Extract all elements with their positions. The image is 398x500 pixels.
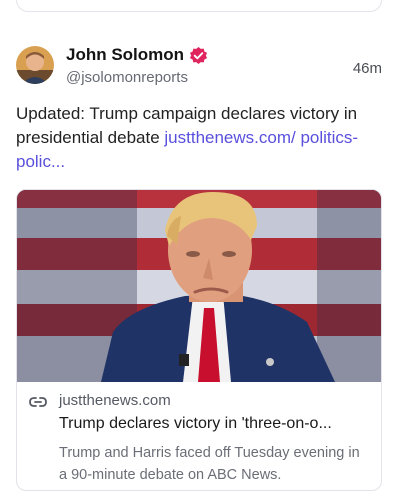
previous-post-card	[16, 0, 382, 12]
link-preview-card[interactable]: justthenews.com Trump declares victory i…	[16, 189, 382, 491]
link-preview-meta: justthenews.com Trump declares victory i…	[17, 382, 381, 490]
avatar[interactable]	[16, 46, 54, 84]
verified-badge-icon	[189, 46, 208, 65]
link-preview-description: Trump and Harris faced off Tuesday eveni…	[59, 445, 360, 483]
link-icon	[29, 395, 47, 407]
author-handle[interactable]: @jsolomonreports	[66, 69, 188, 86]
link-preview-title[interactable]: Trump declares victory in 'three-on-o...	[59, 415, 371, 433]
link-preview-image[interactable]	[17, 190, 381, 382]
link-preview-domain: justthenews.com	[59, 392, 171, 409]
author-display-name[interactable]: John Solomon	[66, 45, 184, 65]
post-timestamp: 46m	[352, 60, 382, 77]
post-header: John Solomon @jsolomonreports 46m	[16, 42, 382, 92]
post-body: Updated: Trump campaign declares victory…	[16, 102, 382, 174]
